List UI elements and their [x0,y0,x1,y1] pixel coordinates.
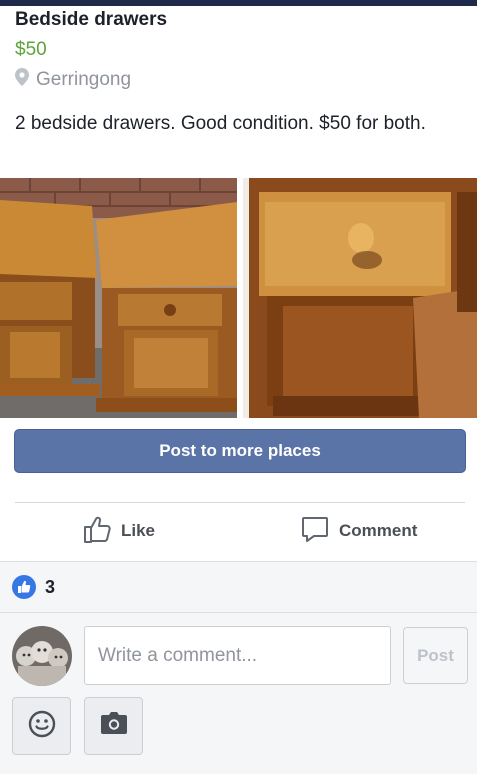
camera-icon [100,711,128,741]
listing-location: Gerringong [15,68,131,92]
camera-button[interactable] [84,697,143,755]
listing-photo-1[interactable] [0,178,237,418]
speech-bubble-icon [300,514,339,549]
reaction-summary[interactable]: 3 [12,575,55,599]
listing-photo-2[interactable] [243,178,477,418]
top-bar [0,0,477,6]
like-count: 3 [45,576,56,597]
divider [0,612,477,613]
like-label: Like [121,521,156,540]
location-label: Gerringong [36,69,132,90]
map-pin-icon [15,68,36,92]
post-to-more-places-button[interactable]: Post to more places [14,429,466,473]
like-reaction-icon [12,575,36,599]
listing-title: Bedside drawers [15,9,168,30]
post-comment-button[interactable]: Post [403,627,468,684]
smiley-icon [27,709,57,744]
divider [15,502,465,503]
thumbs-up-icon [82,514,121,549]
listing-price: $50 [15,39,47,60]
avatar [12,626,72,686]
comment-button[interactable]: Comment [300,510,417,552]
comment-input[interactable] [84,626,391,685]
like-button[interactable]: Like [82,510,155,552]
listing-description: 2 bedside drawers. Good condition. $50 f… [15,113,426,134]
comments-section: 3 Post [0,561,477,774]
emoji-button[interactable] [12,697,71,755]
comment-label: Comment [339,521,418,540]
